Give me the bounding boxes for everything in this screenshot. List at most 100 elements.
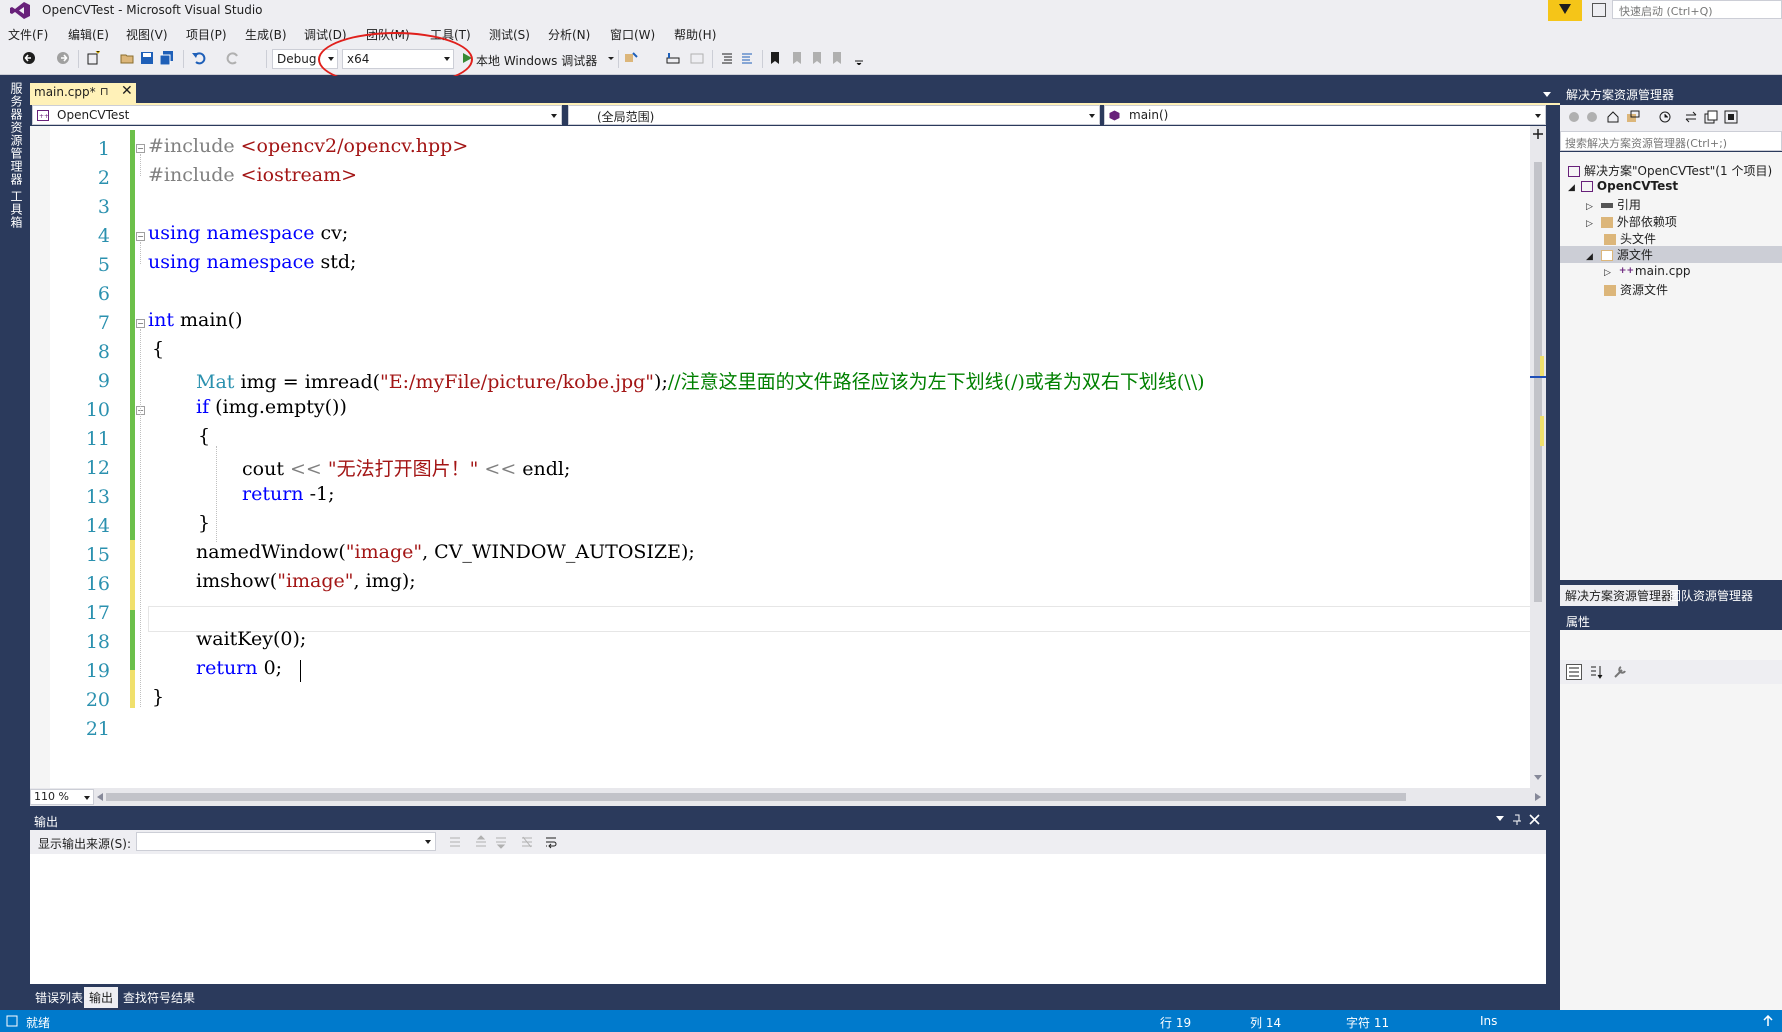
- tab-overflow-icon[interactable]: [1542, 90, 1552, 98]
- collapse-icon[interactable]: −: [136, 319, 145, 328]
- glyph-margin[interactable]: [30, 126, 50, 788]
- tree-item-project[interactable]: ◢ OpenCVTest: [1568, 179, 1678, 193]
- code-line-8[interactable]: {: [152, 338, 164, 360]
- bookmark-icon[interactable]: [768, 51, 782, 65]
- publish-icon[interactable]: [1762, 1015, 1774, 1027]
- new-project-icon[interactable]: [86, 51, 100, 65]
- tab-solution-explorer[interactable]: 解决方案资源管理器: [1560, 585, 1679, 606]
- back-icon[interactable]: [22, 51, 36, 65]
- output-pane[interactable]: [30, 854, 1546, 984]
- open-file-icon[interactable]: [120, 51, 134, 65]
- comment-lines-icon[interactable]: [720, 51, 734, 65]
- tab-error-list[interactable]: 错误列表: [30, 987, 88, 1008]
- tree-item-source-files[interactable]: ◢ 源文件: [1560, 246, 1782, 263]
- clear-all-icon[interactable]: [520, 835, 534, 849]
- server-explorer-tab[interactable]: 服务器资源管理器: [8, 82, 25, 186]
- step-disabled-icon[interactable]: [690, 51, 704, 65]
- scroll-down-icon[interactable]: [1533, 774, 1543, 782]
- forward-icon[interactable]: [56, 51, 70, 65]
- tab-output[interactable]: 输出: [84, 987, 119, 1008]
- scope-nav-select[interactable]: (全局范围): [568, 105, 1100, 125]
- code-line-12[interactable]: cout << "无法打开图片！" << endl;: [242, 454, 570, 481]
- next-bookmark-icon[interactable]: [810, 51, 824, 65]
- collapse-icon[interactable]: −: [136, 232, 145, 241]
- code-line-16[interactable]: imshow("image", img);: [196, 570, 416, 592]
- menu-edit[interactable]: 编辑(E): [68, 26, 109, 43]
- undo-icon[interactable]: [192, 51, 206, 65]
- tree-item-main-cpp[interactable]: ▷ ++main.cpp: [1604, 264, 1691, 278]
- pending-changes-icon[interactable]: [1658, 110, 1672, 124]
- tree-item-references[interactable]: ▷ 引用: [1586, 196, 1641, 213]
- clear-bookmarks-icon[interactable]: [830, 51, 844, 65]
- scroll-left-icon[interactable]: [96, 792, 104, 802]
- close-tab-icon[interactable]: ✕: [121, 83, 133, 99]
- switch-views-icon[interactable]: [1626, 110, 1640, 124]
- dropdown-icon[interactable]: [1496, 816, 1504, 822]
- menu-test[interactable]: 测试(S): [489, 26, 530, 43]
- categorized-icon[interactable]: [1566, 664, 1582, 680]
- split-window-icon[interactable]: [1532, 128, 1544, 140]
- menu-help[interactable]: 帮助(H): [674, 26, 716, 43]
- code-line-1[interactable]: #include <opencv2/opencv.hpp>: [148, 135, 468, 157]
- toolbox-tab[interactable]: 工具箱: [8, 190, 25, 229]
- member-nav-select[interactable]: main(): [1104, 105, 1546, 125]
- tree-item-resource-files[interactable]: 资源文件: [1604, 281, 1668, 298]
- menu-file[interactable]: 文件(F): [8, 26, 48, 43]
- step-icon[interactable]: [666, 51, 680, 65]
- code-line-11[interactable]: {: [198, 425, 210, 447]
- tree-item-external-deps[interactable]: ▷ 外部依赖项: [1586, 213, 1677, 230]
- code-line-13[interactable]: return -1;: [242, 483, 334, 505]
- home-icon[interactable]: [1606, 110, 1620, 124]
- feedback-flag-icon[interactable]: [1548, 0, 1582, 21]
- debugger-label[interactable]: 本地 Windows 调试器: [476, 52, 597, 69]
- save-all-icon[interactable]: [160, 51, 174, 65]
- save-icon[interactable]: [140, 51, 154, 65]
- vertical-scroll-thumb[interactable]: [1534, 162, 1542, 602]
- horizontal-scrollbar[interactable]: 110 %: [30, 788, 1546, 806]
- code-line-5[interactable]: using namespace std;: [148, 251, 356, 273]
- zoom-select[interactable]: 110 %: [30, 789, 94, 805]
- notification-icon[interactable]: [1592, 3, 1606, 17]
- document-tab-main-cpp[interactable]: main.cpp* ⊓ ✕: [30, 83, 136, 103]
- next-message-icon[interactable]: [494, 835, 508, 849]
- project-nav-select[interactable]: ++ OpenCVTest: [32, 105, 562, 125]
- code-line-14[interactable]: }: [198, 512, 210, 534]
- pin-icon[interactable]: ⊓: [100, 85, 109, 98]
- redo-icon[interactable]: [226, 51, 240, 65]
- collapse-icon[interactable]: −: [136, 144, 145, 153]
- property-pages-icon[interactable]: [1612, 664, 1628, 680]
- back-icon[interactable]: [1568, 111, 1580, 123]
- prev-message-icon[interactable]: [474, 835, 488, 849]
- word-wrap-icon[interactable]: [544, 835, 558, 849]
- menu-window[interactable]: 窗口(W): [610, 26, 655, 43]
- code-line-19[interactable]: return 0;: [196, 657, 282, 679]
- tree-item-header-files[interactable]: 头文件: [1604, 230, 1656, 247]
- alphabetical-icon[interactable]: [1588, 664, 1604, 680]
- code-line-20[interactable]: }: [152, 686, 164, 708]
- debugger-dropdown-icon[interactable]: [604, 51, 618, 65]
- vertical-scrollbar[interactable]: [1530, 126, 1546, 788]
- show-all-files-icon[interactable]: [1724, 110, 1738, 124]
- menu-project[interactable]: 项目(P): [186, 26, 227, 43]
- code-line-15[interactable]: namedWindow("image", CV_WINDOW_AUTOSIZE)…: [196, 541, 695, 563]
- code-line-18[interactable]: waitKey(0);: [196, 628, 306, 650]
- find-message-icon[interactable]: [448, 835, 462, 849]
- quick-launch-input[interactable]: 快速启动 (Ctrl+Q): [1612, 0, 1782, 19]
- pin-icon[interactable]: [1512, 814, 1522, 826]
- uncomment-lines-icon[interactable]: [740, 51, 754, 65]
- toolbar-overflow-icon[interactable]: [852, 51, 866, 65]
- tab-find-symbol-results[interactable]: 查找符号结果: [118, 987, 200, 1008]
- scroll-right-icon[interactable]: [1534, 792, 1542, 802]
- browser-link-icon[interactable]: [624, 51, 638, 65]
- collapse-all-icon[interactable]: [1704, 110, 1718, 124]
- output-source-select[interactable]: [136, 832, 436, 851]
- sync-icon[interactable]: [1684, 110, 1698, 124]
- tab-team-explorer[interactable]: 团队资源管理器: [1664, 585, 1758, 606]
- code-line-10[interactable]: if (img.empty()): [196, 396, 347, 418]
- solution-explorer-search-input[interactable]: 搜索解决方案资源管理器(Ctrl+;): [1560, 131, 1782, 151]
- prev-bookmark-icon[interactable]: [790, 51, 804, 65]
- tree-item-solution[interactable]: 解决方案"OpenCVTest"(1 个项目): [1568, 162, 1772, 179]
- code-line-2[interactable]: #include <iostream>: [148, 164, 357, 186]
- menu-view[interactable]: 视图(V): [126, 26, 168, 43]
- code-line-9[interactable]: Mat img = imread("E:/myFile/picture/kobe…: [196, 367, 1205, 394]
